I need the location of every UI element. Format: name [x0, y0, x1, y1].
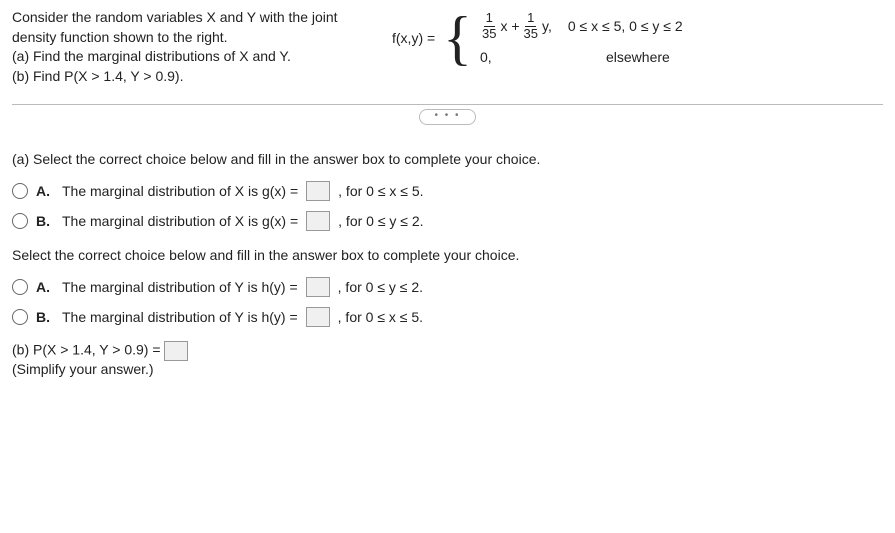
fraction-2: 1 35 [522, 11, 540, 41]
answer-input-ax[interactable] [306, 181, 330, 201]
answer-input-bx[interactable] [306, 211, 330, 231]
more-icon[interactable]: • • • [419, 109, 475, 125]
part-a-text: (a) Find the marginal distributions of X… [12, 48, 291, 64]
choice-b-y[interactable]: B. The marginal distribution of Y is h(y… [12, 307, 883, 327]
choice-ay-text1: The marginal distribution of Y is h(y) = [62, 279, 298, 295]
answer-input-partb[interactable] [164, 341, 188, 361]
label-b: B. [36, 213, 50, 229]
radio-icon[interactable] [12, 183, 28, 199]
joint-density-equation: f(x,y) = { 1 35 x + 1 35 y, 0 ≤ x ≤ 5, 0… [392, 8, 683, 68]
section-a-prompt: (a) Select the correct choice below and … [12, 151, 883, 167]
choice-a-text1: The marginal distribution of X is g(x) = [62, 183, 298, 199]
equation-lhs: f(x,y) = [392, 30, 435, 46]
zero-case: 0, [480, 49, 590, 65]
label-b-y: B. [36, 309, 50, 325]
label-a: A. [36, 183, 50, 199]
section-y-prompt: Select the correct choice below and fill… [12, 247, 883, 263]
divider [12, 104, 883, 105]
choice-b-x[interactable]: B. The marginal distribution of X is g(x… [12, 211, 883, 231]
radio-icon[interactable] [12, 279, 28, 295]
x-term: x + [500, 18, 519, 34]
fraction-1: 1 35 [480, 11, 498, 41]
simplify-text: (Simplify your answer.) [12, 361, 154, 377]
left-brace: { [443, 8, 472, 68]
intro-text: Consider the random variables X and Y wi… [12, 9, 338, 45]
problem-statement: Consider the random variables X and Y wi… [12, 8, 352, 86]
answer-input-by[interactable] [306, 307, 330, 327]
choice-ay-text2: , for 0 ≤ y ≤ 2. [338, 279, 423, 295]
part-b-prob: (b) P(X > 1.4, Y > 0.9) = [12, 342, 161, 358]
part-b-text: (b) Find P(X > 1.4, Y > 0.9). [12, 68, 183, 84]
y-term: y, [542, 18, 552, 34]
choice-a-text2: , for 0 ≤ x ≤ 5. [338, 183, 423, 199]
choice-a-y[interactable]: A. The marginal distribution of Y is h(y… [12, 277, 883, 297]
domain-text: 0 ≤ x ≤ 5, 0 ≤ y ≤ 2 [568, 18, 683, 34]
answer-input-ay[interactable] [306, 277, 330, 297]
radio-icon[interactable] [12, 309, 28, 325]
choice-b-text1: The marginal distribution of X is g(x) = [62, 213, 298, 229]
choice-by-text1: The marginal distribution of Y is h(y) = [62, 309, 298, 325]
elsewhere-text: elsewhere [606, 49, 670, 65]
choice-by-text2: , for 0 ≤ x ≤ 5. [338, 309, 423, 325]
choice-a-x[interactable]: A. The marginal distribution of X is g(x… [12, 181, 883, 201]
choice-b-text2: , for 0 ≤ y ≤ 2. [338, 213, 423, 229]
radio-icon[interactable] [12, 213, 28, 229]
label-a-y: A. [36, 279, 50, 295]
